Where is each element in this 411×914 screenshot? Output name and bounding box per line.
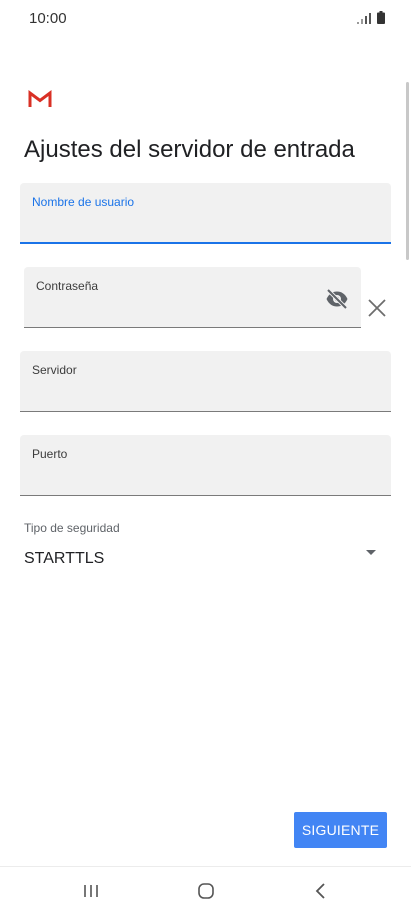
navigation-bar xyxy=(0,866,411,914)
battery-icon xyxy=(377,11,385,24)
password-label: Contraseña xyxy=(36,279,99,293)
username-input[interactable] xyxy=(32,216,379,238)
gmail-logo-icon xyxy=(28,90,52,107)
recent-apps-icon[interactable] xyxy=(79,879,103,903)
close-icon[interactable] xyxy=(366,297,388,319)
username-label: Nombre de usuario xyxy=(32,195,135,209)
password-field[interactable]: Contraseña xyxy=(24,267,361,328)
server-label: Servidor xyxy=(32,363,77,377)
eye-off-icon[interactable] xyxy=(325,287,349,311)
security-type-label: Tipo de seguridad xyxy=(24,521,120,535)
server-underline xyxy=(20,411,391,412)
back-icon[interactable] xyxy=(309,879,333,903)
signal-icon xyxy=(357,13,371,24)
username-field[interactable]: Nombre de usuario xyxy=(20,183,391,244)
screen: 10:00 Ajustes del servidor de entrada No… xyxy=(0,0,411,914)
dropdown-arrow-icon[interactable] xyxy=(366,550,376,555)
server-field[interactable]: Servidor xyxy=(20,351,391,412)
server-input[interactable] xyxy=(32,384,379,406)
next-button[interactable]: SIGUIENTE xyxy=(294,812,387,848)
port-label: Puerto xyxy=(32,447,68,461)
username-underline xyxy=(20,242,391,244)
password-underline xyxy=(24,327,361,328)
security-type-value: STARTTLS xyxy=(24,550,105,567)
port-field[interactable]: Puerto xyxy=(20,435,391,496)
status-icons xyxy=(357,11,385,24)
port-input[interactable] xyxy=(32,468,379,490)
security-type-select[interactable]: STARTTLS xyxy=(24,540,384,574)
home-icon[interactable] xyxy=(194,879,218,903)
page-title: Ajustes del servidor de entrada xyxy=(24,136,355,163)
scrollbar[interactable] xyxy=(406,82,409,260)
password-input[interactable] xyxy=(36,300,317,322)
port-underline xyxy=(20,495,391,496)
status-bar: 10:00 xyxy=(0,0,411,36)
status-time: 10:00 xyxy=(29,10,67,27)
